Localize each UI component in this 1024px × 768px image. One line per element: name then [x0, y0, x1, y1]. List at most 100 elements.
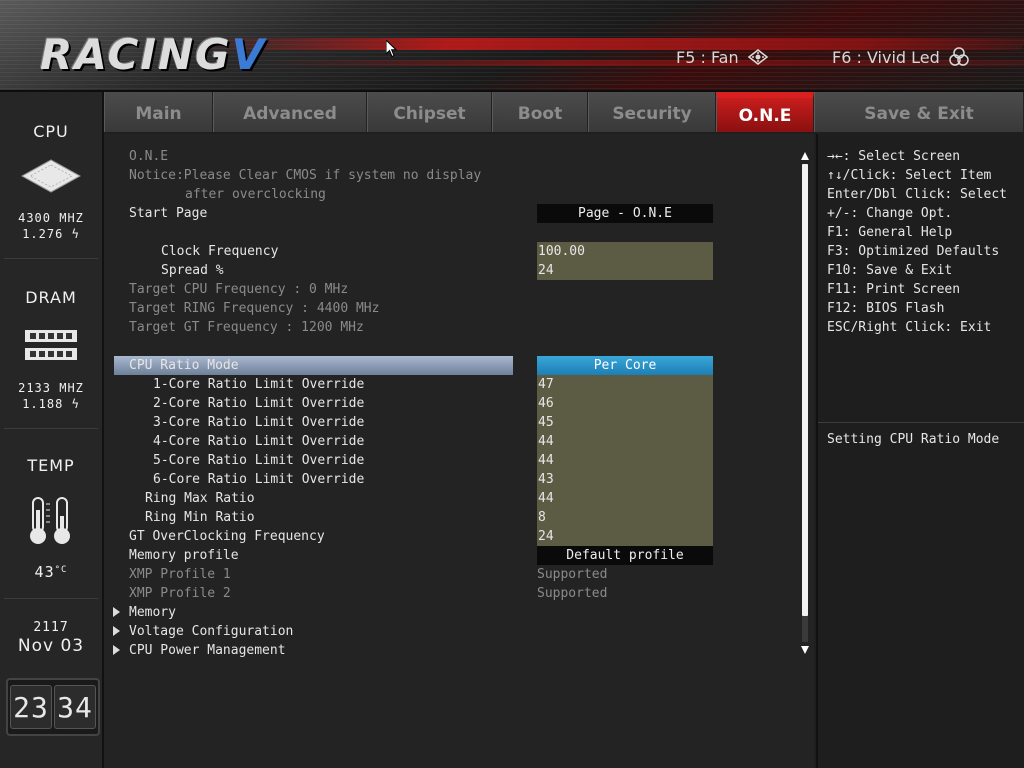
- tab-boot[interactable]: Boot: [492, 92, 588, 132]
- help-line: →←: Select Screen: [827, 149, 961, 164]
- core6-ratio-input[interactable]: 43: [537, 470, 713, 489]
- cpu-frequency: 4300 MHZ: [18, 211, 84, 225]
- submenu-arrow-icon: [113, 645, 120, 655]
- tab-save-exit[interactable]: Save & Exit: [814, 92, 1024, 132]
- core6-ratio-label: 6-Core Ratio Limit Override: [153, 472, 365, 487]
- help-line: ESC/Right Click: Exit: [827, 320, 992, 335]
- notice-text: Notice:Please Clear CMOS if system no di…: [129, 168, 482, 183]
- logo-mark: V: [231, 30, 267, 79]
- core3-ratio-label: 3-Core Ratio Limit Override: [153, 415, 365, 430]
- memory-profile-label: Memory profile: [129, 548, 239, 563]
- status-sidebar: CPU 4300 MHZ 1.276 ϟ DRAM 2133 MHZ 1.188…: [0, 92, 104, 768]
- start-page-label: Start Page: [129, 206, 208, 221]
- ring-max-input[interactable]: 44: [537, 489, 713, 508]
- clock-frequency-input[interactable]: 100.00: [537, 242, 713, 261]
- sidebar-divider: [4, 598, 98, 599]
- celsius-icon: °C: [54, 565, 68, 575]
- submenu-cpu-power-management[interactable]: CPU Power Management: [129, 641, 286, 660]
- vivid-led-hotkey-label: F6 : Vivid Led: [832, 47, 940, 67]
- scroll-down-arrow-icon[interactable]: [801, 646, 809, 654]
- help-description: Setting CPU Ratio Mode: [827, 432, 1000, 447]
- sidebar-divider: [4, 428, 98, 429]
- date-year: 2117: [33, 620, 69, 635]
- core4-ratio-input[interactable]: 44: [537, 432, 713, 451]
- core5-ratio-label: 5-Core Ratio Limit Override: [153, 453, 365, 468]
- core2-ratio-input[interactable]: 46: [537, 394, 713, 413]
- clock-minutes: 34: [54, 685, 96, 729]
- help-divider: [818, 422, 1024, 423]
- spread-label: Spread %: [161, 263, 224, 278]
- ring-min-input[interactable]: 8: [537, 508, 713, 527]
- settings-panel: O.N.E Notice:Please Clear CMOS if system…: [104, 134, 814, 768]
- notice-text-cont: after overclocking: [185, 187, 326, 202]
- led-icon: [949, 47, 969, 66]
- scroll-thumb[interactable]: [802, 164, 808, 616]
- xmp1-label: XMP Profile 1: [129, 567, 231, 582]
- clock-frequency-label: Clock Frequency: [161, 244, 279, 259]
- submenu-arrow-icon: [113, 626, 120, 636]
- help-line: F12: BIOS Flash: [827, 301, 945, 316]
- header-bar: RACINGV F5 : Fan F6 : Vivid Led: [0, 0, 1024, 92]
- cpu-ratio-mode-select[interactable]: Per Core: [537, 356, 713, 375]
- fan-icon: [747, 48, 768, 66]
- temp-title: TEMP: [27, 456, 75, 475]
- tab-bar: Main Advanced Chipset Boot Security O.N.…: [104, 92, 1024, 132]
- voltage-bolt-icon: ϟ: [71, 227, 80, 241]
- cpu-voltage: 1.276 ϟ: [22, 227, 80, 241]
- thermometer-icon: [30, 497, 70, 544]
- clock-display: 23 34: [6, 678, 100, 736]
- dram-title: DRAM: [25, 288, 77, 307]
- voltage-bolt-icon: ϟ: [71, 397, 80, 411]
- cpu-readout: 4300 MHZ 1.276 ϟ: [0, 210, 102, 242]
- spread-input[interactable]: 24: [537, 261, 713, 280]
- submenu-arrow-icon: [113, 607, 120, 617]
- target-ring-frequency: Target RING Frequency : 4400 MHz: [129, 301, 380, 316]
- help-line: F10: Save & Exit: [827, 263, 953, 278]
- tab-advanced[interactable]: Advanced: [213, 92, 367, 132]
- target-gt-frequency: Target GT Frequency : 1200 MHz: [129, 320, 364, 335]
- core1-ratio-label: 1-Core Ratio Limit Override: [153, 377, 365, 392]
- help-line: F1: General Help: [827, 225, 953, 240]
- sidebar-divider: [4, 258, 98, 259]
- tab-one[interactable]: O.N.E: [716, 92, 814, 132]
- tab-security[interactable]: Security: [588, 92, 716, 132]
- vivid-led-hotkey[interactable]: F6 : Vivid Led: [832, 46, 970, 68]
- help-line: +/-: Change Opt.: [827, 206, 953, 221]
- temp-readout: 43°C: [0, 562, 102, 581]
- scroll-up-arrow-icon[interactable]: [801, 152, 809, 160]
- gt-oc-label: GT OverClocking Frequency: [129, 529, 325, 544]
- ring-min-label: Ring Min Ratio: [145, 510, 255, 525]
- submenu-memory[interactable]: Memory: [129, 603, 176, 622]
- submenu-voltage-configuration[interactable]: Voltage Configuration: [129, 622, 293, 641]
- fan-hotkey[interactable]: F5 : Fan: [676, 46, 769, 68]
- date-readout: 2117 Nov 03: [0, 620, 102, 656]
- help-line: F3: Optimized Defaults: [827, 244, 1000, 259]
- xmp1-value: Supported: [537, 567, 608, 582]
- dram-readout: 2133 MHZ 1.188 ϟ: [0, 380, 102, 412]
- racing-logo: RACINGV: [40, 30, 266, 79]
- help-panel: →←: Select Screen ↑↓/Click: Select Item …: [816, 134, 1024, 768]
- scrollbar[interactable]: [801, 152, 809, 656]
- cpu-title: CPU: [33, 122, 69, 141]
- start-page-select[interactable]: Page - O.N.E: [537, 204, 713, 223]
- clock-hours: 23: [10, 685, 52, 729]
- section-title: O.N.E: [129, 149, 169, 164]
- ring-max-label: Ring Max Ratio: [145, 491, 255, 506]
- core5-ratio-input[interactable]: 44: [537, 451, 713, 470]
- dram-voltage: 1.188 ϟ: [22, 397, 80, 411]
- fan-hotkey-label: F5 : Fan: [676, 47, 739, 67]
- xmp2-label: XMP Profile 2: [129, 586, 231, 601]
- dram-frequency: 2133 MHZ: [18, 381, 84, 395]
- core4-ratio-label: 4-Core Ratio Limit Override: [153, 434, 365, 449]
- help-line: F11: Print Screen: [827, 282, 961, 297]
- tab-main[interactable]: Main: [104, 92, 213, 132]
- help-line: ↑↓/Click: Select Item: [827, 168, 992, 183]
- date-day: Nov 03: [17, 636, 85, 656]
- core3-ratio-input[interactable]: 45: [537, 413, 713, 432]
- tab-chipset[interactable]: Chipset: [367, 92, 492, 132]
- memory-profile-select[interactable]: Default profile: [537, 546, 713, 565]
- core1-ratio-input[interactable]: 47: [537, 375, 713, 394]
- temp-value: 43: [34, 563, 55, 581]
- cpu-ratio-mode-label: CPU Ratio Mode: [129, 358, 239, 373]
- gt-oc-input[interactable]: 24: [537, 527, 713, 546]
